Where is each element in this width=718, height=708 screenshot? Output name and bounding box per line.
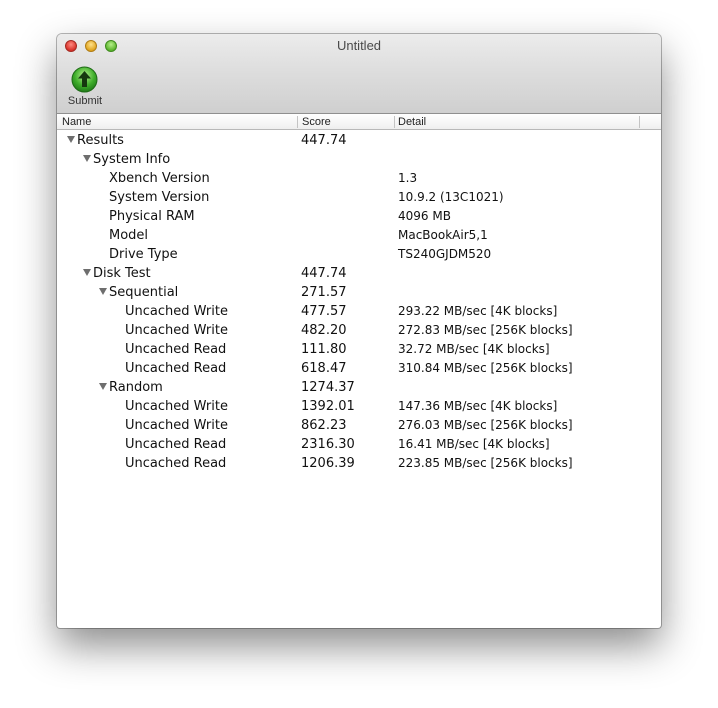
row-detail: 10.9.2 (13C1021) bbox=[398, 190, 504, 204]
row-name: Disk Test bbox=[93, 266, 151, 281]
table-row[interactable]: Drive Type TS240GJDM520 bbox=[57, 245, 661, 264]
disclosure-triangle-icon[interactable] bbox=[67, 136, 75, 143]
row-name-cell: Xbench Version bbox=[109, 169, 210, 188]
row-score: 447.74 bbox=[301, 133, 347, 148]
upload-arrow-icon bbox=[71, 66, 98, 93]
row-score: 477.57 bbox=[301, 304, 347, 319]
column-divider[interactable] bbox=[297, 116, 298, 128]
row-detail: 310.84 MB/sec [256K blocks] bbox=[398, 361, 573, 375]
row-name-cell: Uncached Write bbox=[125, 416, 228, 435]
row-name-cell: Random bbox=[99, 378, 163, 397]
row-score: 2316.30 bbox=[301, 437, 355, 452]
window-title: Untitled bbox=[336, 38, 382, 53]
row-score: 111.80 bbox=[301, 342, 347, 357]
table-row[interactable]: Uncached Read 1206.39 223.85 MB/sec [256K … bbox=[57, 454, 661, 473]
column-divider[interactable] bbox=[639, 116, 640, 128]
row-detail: 293.22 MB/sec [4K blocks] bbox=[398, 304, 558, 318]
row-name: Drive Type bbox=[109, 247, 178, 262]
table-row[interactable]: Model MacBookAir5,1 bbox=[57, 226, 661, 245]
table-row[interactable]: System Info bbox=[57, 150, 661, 169]
row-name-cell: Uncached Write bbox=[125, 321, 228, 340]
table-row[interactable]: Random 1274.37 bbox=[57, 378, 661, 397]
table-row[interactable]: System Version 10.9.2 (13C1021) bbox=[57, 188, 661, 207]
row-name-cell: System Info bbox=[83, 150, 170, 169]
table-header: Name Score Detail bbox=[57, 114, 661, 130]
disclosure-triangle-icon[interactable] bbox=[83, 155, 91, 162]
row-detail: 16.41 MB/sec [4K blocks] bbox=[398, 437, 550, 451]
row-name: Uncached Write bbox=[125, 304, 228, 319]
table-row[interactable]: Uncached Write 1392.01 147.36 MB/sec [4K b… bbox=[57, 397, 661, 416]
row-name-cell: Drive Type bbox=[109, 245, 178, 264]
row-detail: TS240GJDM520 bbox=[398, 247, 492, 261]
title-bar: Untitled Submit bbox=[57, 34, 661, 114]
table-row[interactable]: Physical RAM 4096 MB bbox=[57, 207, 661, 226]
row-name-cell: Disk Test bbox=[83, 264, 151, 283]
row-name-cell: Uncached Write bbox=[125, 397, 228, 416]
column-header-detail[interactable]: Detail bbox=[398, 115, 426, 129]
column-header-score[interactable]: Score bbox=[302, 115, 331, 129]
row-score: 1274.37 bbox=[301, 380, 355, 395]
submit-button[interactable]: Submit bbox=[63, 64, 107, 110]
row-detail: MacBookAir5,1 bbox=[398, 228, 488, 242]
row-name: Results bbox=[77, 133, 124, 148]
row-name: System Version bbox=[109, 190, 210, 205]
row-detail: 147.36 MB/sec [4K blocks] bbox=[398, 399, 558, 413]
row-name: Uncached Read bbox=[125, 456, 227, 471]
table-row[interactable]: Uncached Read 618.47 310.84 MB/sec [256K b… bbox=[57, 359, 661, 378]
row-name-cell: Results bbox=[67, 131, 124, 150]
row-name-cell: System Version bbox=[109, 188, 209, 207]
row-name: Uncached Read bbox=[125, 342, 227, 357]
row-name-cell: Uncached Read bbox=[125, 454, 226, 473]
table-row[interactable]: Uncached Read 111.80 32.72 MB/sec [4K bloc… bbox=[57, 340, 661, 359]
table-row[interactable]: Xbench Version 1.3 bbox=[57, 169, 661, 188]
row-score: 482.20 bbox=[301, 323, 347, 338]
row-name-cell: Uncached Read bbox=[125, 435, 226, 454]
row-name: System Info bbox=[93, 152, 171, 167]
row-name: Physical RAM bbox=[109, 209, 195, 224]
row-name: Random bbox=[109, 380, 163, 395]
row-name: Sequential bbox=[109, 285, 179, 300]
row-score: 618.47 bbox=[301, 361, 347, 376]
table-row[interactable]: Disk Test 447.74 bbox=[57, 264, 661, 283]
row-name-cell: Physical RAM bbox=[109, 207, 195, 226]
row-detail: 272.83 MB/sec [256K blocks] bbox=[398, 323, 573, 337]
table-row[interactable]: Sequential 271.57 bbox=[57, 283, 661, 302]
row-name: Uncached Write bbox=[125, 418, 228, 433]
row-detail: 223.85 MB/sec [256K blocks] bbox=[398, 456, 573, 470]
row-name-cell: Sequential bbox=[99, 283, 178, 302]
table-row[interactable]: Uncached Read 2316.30 16.41 MB/sec [4K blo… bbox=[57, 435, 661, 454]
row-name: Uncached Write bbox=[125, 323, 228, 338]
row-score: 1206.39 bbox=[301, 456, 355, 471]
row-detail: 32.72 MB/sec [4K blocks] bbox=[398, 342, 550, 356]
row-score: 862.23 bbox=[301, 418, 347, 433]
row-name: Uncached Read bbox=[125, 361, 227, 376]
table-row[interactable]: Uncached Write 862.23 276.03 MB/sec [256K … bbox=[57, 416, 661, 435]
disclosure-triangle-icon[interactable] bbox=[83, 269, 91, 276]
row-name: Uncached Read bbox=[125, 437, 227, 452]
row-name-cell: Uncached Write bbox=[125, 302, 228, 321]
row-name: Uncached Write bbox=[125, 399, 228, 414]
row-detail: 276.03 MB/sec [256K blocks] bbox=[398, 418, 573, 432]
table-row[interactable]: Uncached Write 477.57 293.22 MB/sec [4K bl… bbox=[57, 302, 661, 321]
app-window: Untitled Submit Name Score Detail Result… bbox=[57, 34, 661, 628]
row-name: Xbench Version bbox=[109, 171, 210, 186]
row-score: 271.57 bbox=[301, 285, 347, 300]
disclosure-triangle-icon[interactable] bbox=[99, 383, 107, 390]
row-detail: 1.3 bbox=[398, 171, 418, 185]
row-name: Model bbox=[109, 228, 149, 243]
column-header-name[interactable]: Name bbox=[62, 115, 91, 129]
results-outline: Results 447.74 System Info Xbench Version 1.… bbox=[57, 131, 661, 473]
table-row[interactable]: Results 447.74 bbox=[57, 131, 661, 150]
row-detail: 4096 MB bbox=[398, 209, 451, 223]
row-score: 447.74 bbox=[301, 266, 347, 281]
disclosure-triangle-icon[interactable] bbox=[99, 288, 107, 295]
row-name-cell: Model bbox=[109, 226, 148, 245]
row-name-cell: Uncached Read bbox=[125, 340, 226, 359]
row-score: 1392.01 bbox=[301, 399, 355, 414]
table-row[interactable]: Uncached Write 482.20 272.83 MB/sec [256K … bbox=[57, 321, 661, 340]
row-name-cell: Uncached Read bbox=[125, 359, 226, 378]
column-divider[interactable] bbox=[394, 116, 395, 128]
submit-label: Submit bbox=[67, 95, 103, 107]
